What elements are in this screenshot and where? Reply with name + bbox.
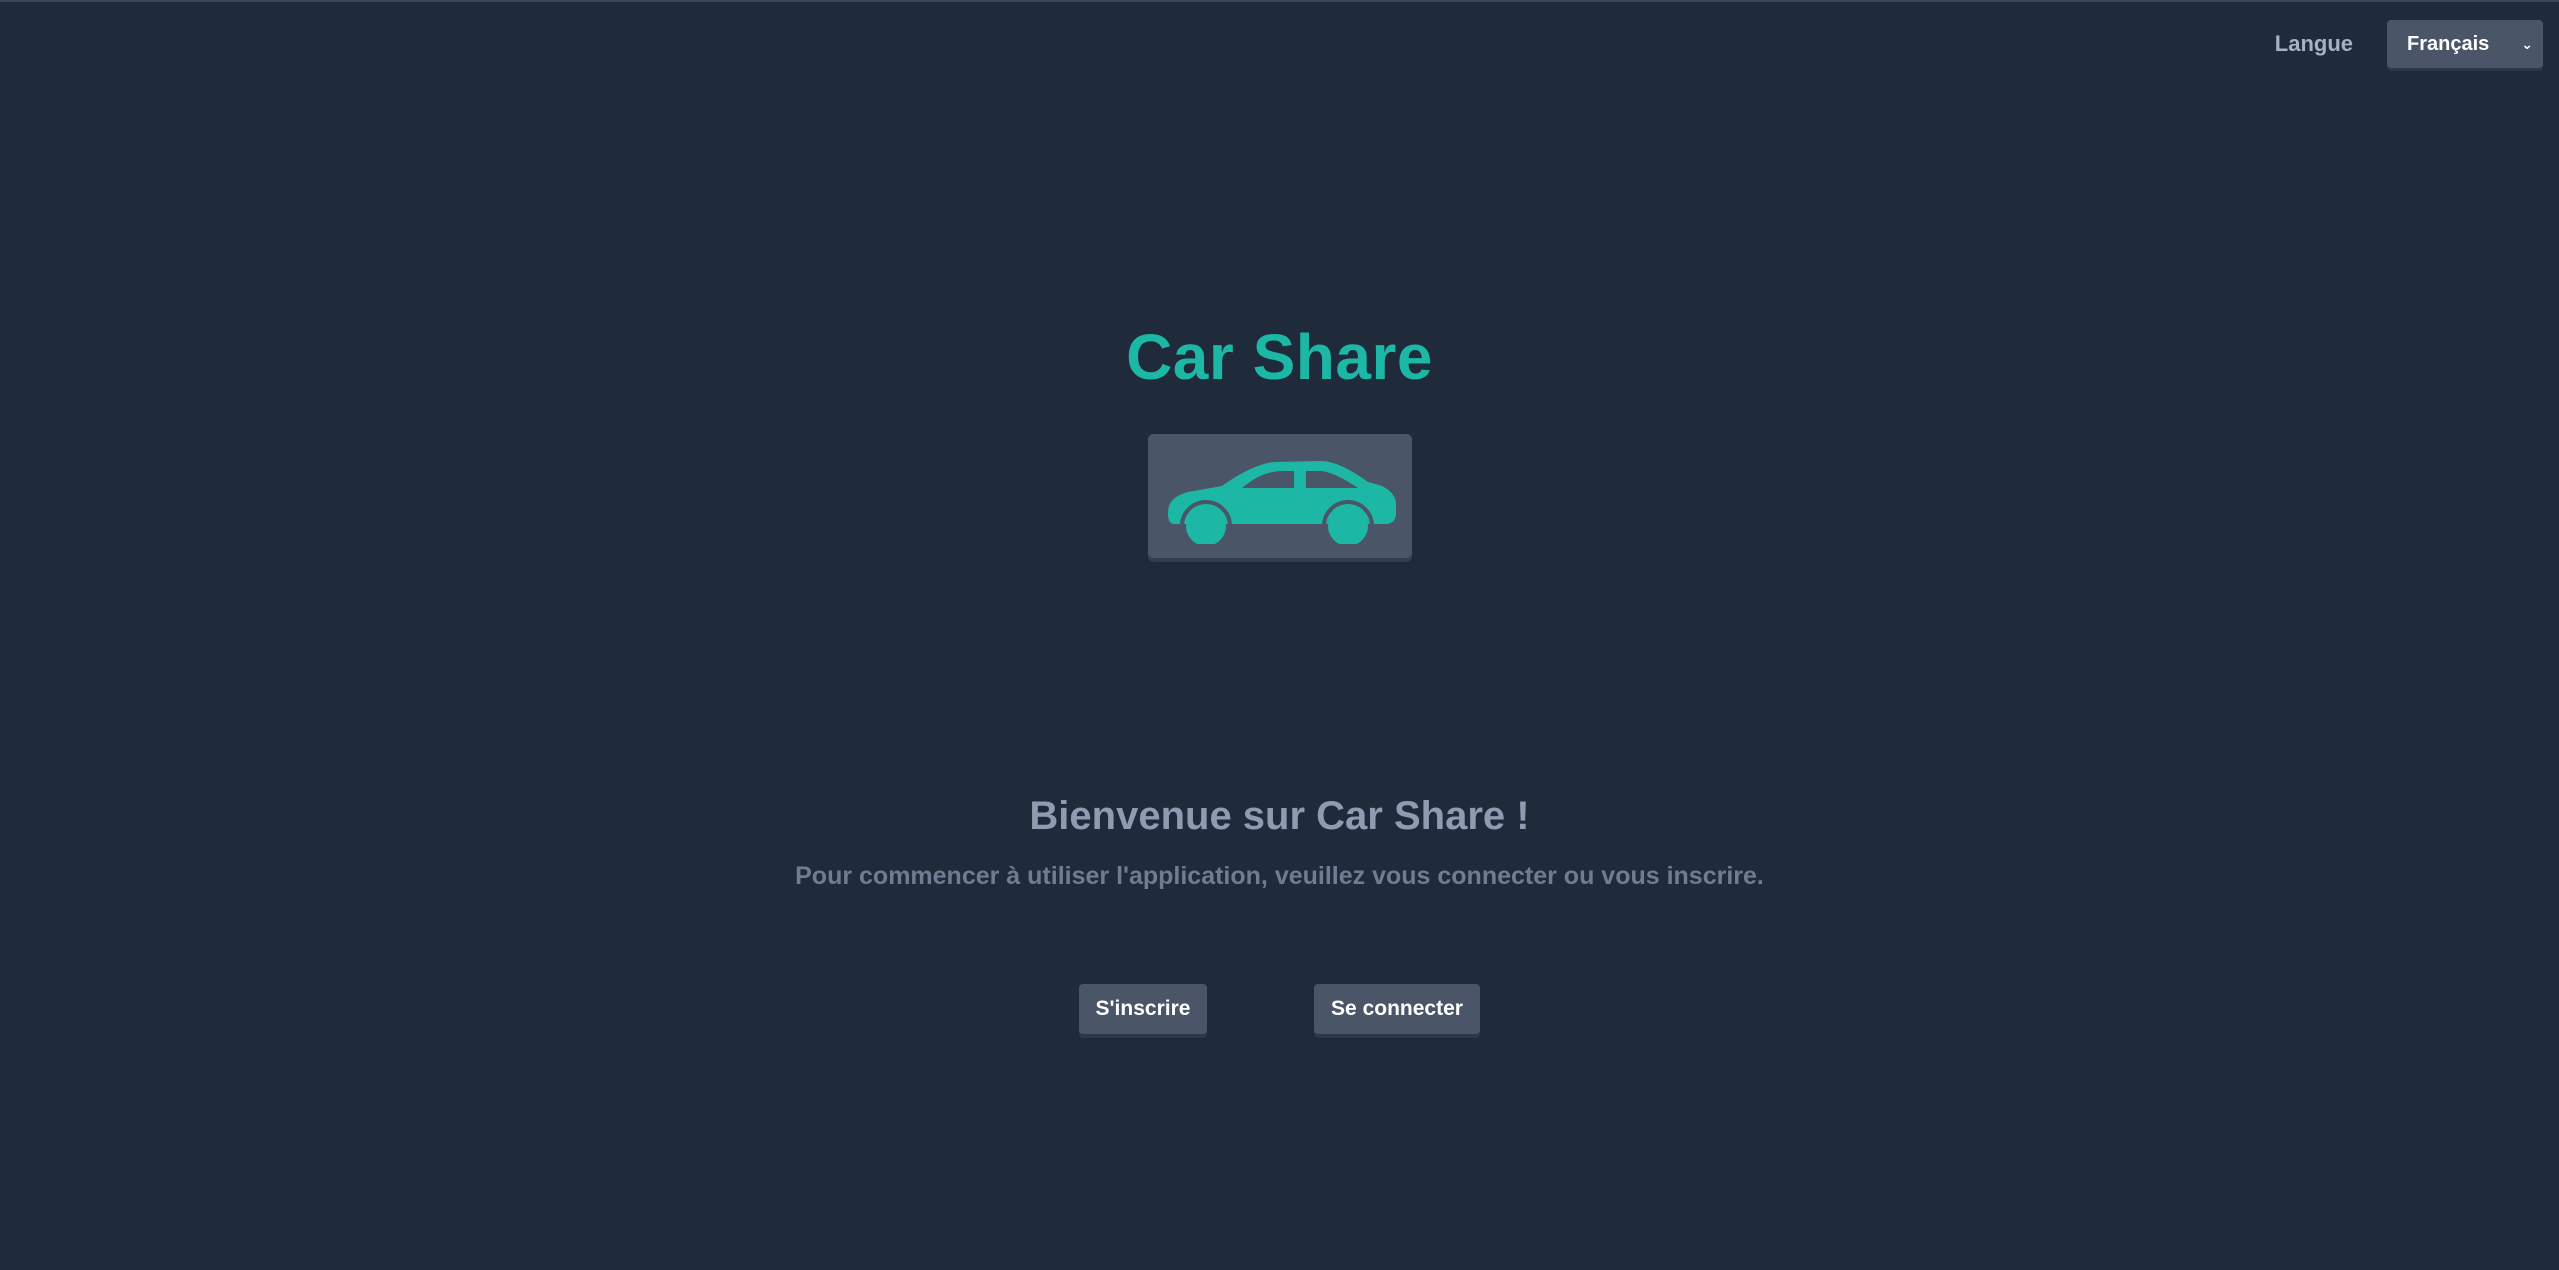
login-button[interactable]: Se connecter <box>1314 984 1480 1034</box>
top-bar: Langue Français ⌄ <box>2275 20 2543 68</box>
signup-button[interactable]: S'inscrire <box>1079 984 1207 1034</box>
welcome-heading: Bienvenue sur Car Share ! <box>1029 794 1530 838</box>
language-label: Langue <box>2274 31 2353 56</box>
chevron-down-icon: ⌄ <box>2521 35 2533 52</box>
welcome-subtitle: Pour commencer à utiliser l'application,… <box>795 862 1764 890</box>
car-icon <box>1168 461 1396 544</box>
car-logo-tile <box>1148 434 1412 558</box>
language-select[interactable]: Français ⌄ <box>2387 20 2543 68</box>
app-title: Car Share <box>1126 321 1433 393</box>
language-select-value: Français <box>2407 32 2490 55</box>
page: Langue Français ⌄ Car Share Bienvenue su… <box>0 0 2559 1270</box>
